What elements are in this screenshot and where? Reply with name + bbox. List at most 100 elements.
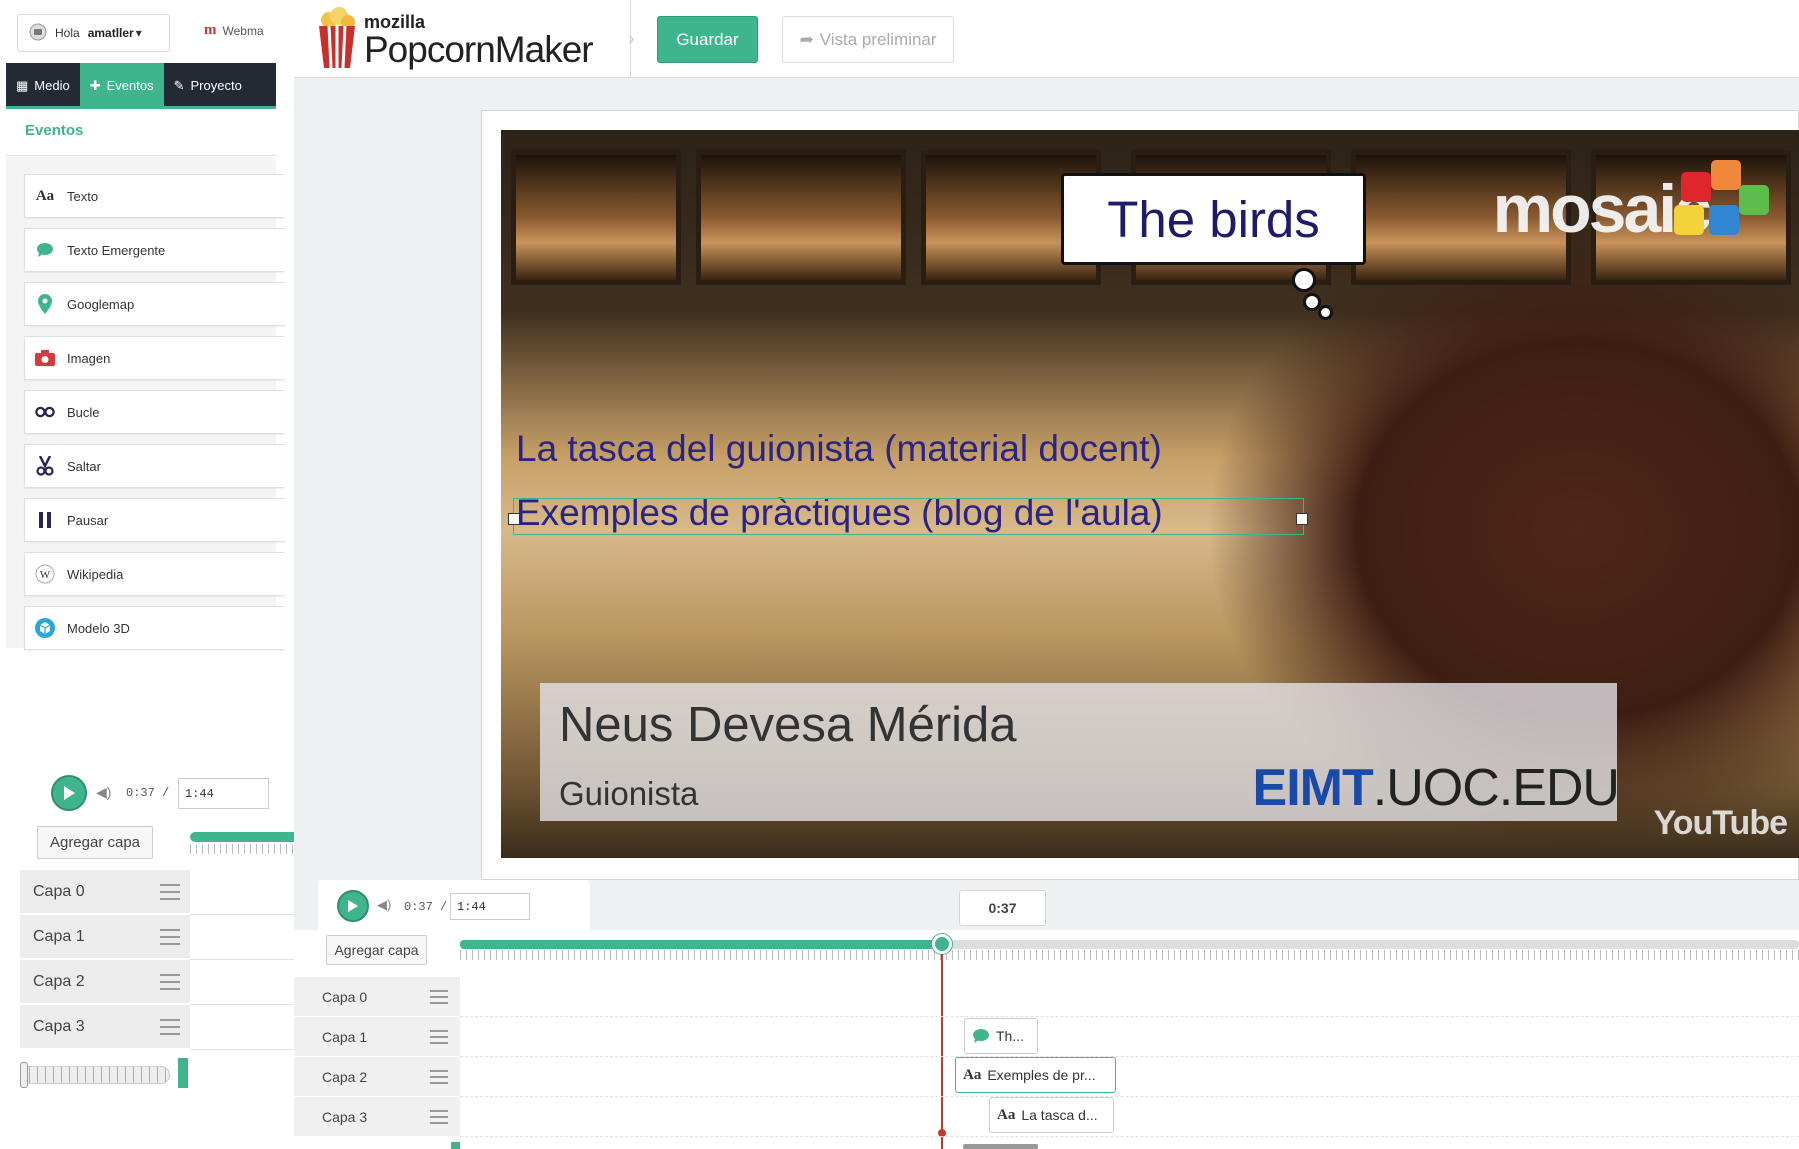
event-label: Googlemap xyxy=(67,296,135,312)
layer-track-area xyxy=(190,870,296,1050)
mosaic-square xyxy=(1709,205,1739,235)
event-bucle[interactable]: Bucle xyxy=(24,390,285,434)
chevron-right-icon: › xyxy=(628,28,635,50)
thought-bubble[interactable]: The birds xyxy=(1061,173,1366,265)
event-texto[interactable]: Aa Texto xyxy=(24,174,285,218)
track-event-text-selected[interactable]: Aa Exemples de pr... xyxy=(955,1057,1116,1093)
event-label: Modelo 3D xyxy=(67,620,130,636)
event-label: Saltar xyxy=(67,458,101,474)
lower-third-name: Neus Devesa Mérida xyxy=(559,698,1017,752)
timeline-play-button[interactable] xyxy=(337,890,369,922)
logo-popcornmaker: PopcornMaker xyxy=(364,29,594,70)
zoom-slider[interactable] xyxy=(20,1066,170,1084)
drag-handle-icon[interactable] xyxy=(430,1030,448,1044)
svg-text:W: W xyxy=(40,569,51,581)
camera-icon xyxy=(35,348,55,368)
layer-1[interactable]: Capa 1 xyxy=(20,915,190,959)
loop-icon xyxy=(35,402,55,422)
map-pin-icon xyxy=(35,294,55,314)
tab-proyecto[interactable]: ✎ Proyecto xyxy=(164,63,252,108)
resize-handle[interactable] xyxy=(508,513,520,525)
event-googlemap[interactable]: Googlemap xyxy=(24,282,285,326)
drag-handle-icon[interactable] xyxy=(430,990,448,1004)
preview-button[interactable]: ➦ Vista preliminar xyxy=(782,16,954,63)
drag-handle-icon[interactable] xyxy=(430,1110,448,1124)
zoom-slider-handle[interactable] xyxy=(20,1062,28,1088)
popcorn-maker-logo[interactable]: mozilla PopcornMaker xyxy=(316,6,594,70)
events-list: Aa Texto Texto Emergente Googlemap Image… xyxy=(6,157,285,650)
event-texto-emergente[interactable]: Texto Emergente xyxy=(24,228,285,272)
playhead-time-label: 0:37 xyxy=(959,890,1046,926)
resize-handle[interactable] xyxy=(1296,513,1308,525)
timeline-duration-field[interactable]: 1:44 xyxy=(450,893,530,920)
track-divider xyxy=(460,1096,1799,1098)
drag-handle-icon[interactable] xyxy=(160,884,180,900)
tab-proyecto-label: Proyecto xyxy=(190,78,242,93)
time-ruler xyxy=(190,844,296,854)
add-layer-button[interactable]: Agregar capa xyxy=(37,826,153,859)
drag-handle-icon[interactable] xyxy=(160,929,180,945)
playhead-scrubber[interactable] xyxy=(932,934,953,954)
layer-label: Capa 3 xyxy=(322,1108,368,1125)
edit-icon: ✎ xyxy=(173,77,185,93)
speech-bubble-icon xyxy=(35,240,55,260)
track-event-label: Th... xyxy=(996,1028,1025,1044)
timeline-layer-0[interactable]: Capa 0 xyxy=(294,977,460,1017)
timeline-ruler xyxy=(460,950,1799,960)
track-divider xyxy=(460,1056,1799,1058)
drag-handle-icon[interactable] xyxy=(160,1019,180,1035)
overlay-text-1[interactable]: La tasca del guionista (material docent) xyxy=(516,428,1162,470)
event-imagen[interactable]: Imagen xyxy=(24,336,285,380)
user-name: amatller xyxy=(87,26,134,40)
layer-0[interactable]: Capa 0 xyxy=(20,870,190,914)
scroll-marker[interactable] xyxy=(451,1142,460,1149)
wall-painting xyxy=(696,150,906,285)
track-event-label: La tasca d... xyxy=(1021,1107,1098,1123)
wikipedia-icon: W xyxy=(35,564,55,584)
event-label: Imagen xyxy=(67,350,111,366)
drag-handle-icon[interactable] xyxy=(160,974,180,990)
horizontal-scrollbar[interactable] xyxy=(963,1144,1038,1149)
timeline-layer-1[interactable]: Capa 1 xyxy=(294,1017,460,1057)
tab-medio[interactable]: ▦ Medio xyxy=(6,63,80,108)
site-watermark: EIMT.UOC.EDU xyxy=(1253,758,1620,818)
mosaic-square xyxy=(1674,205,1704,235)
timeline-layer-2[interactable]: Capa 2 xyxy=(294,1057,460,1097)
volume-icon[interactable]: ◀) xyxy=(377,897,391,913)
pause-icon xyxy=(35,510,55,530)
layer-label: Capa 0 xyxy=(33,882,85,900)
drag-handle-icon[interactable] xyxy=(430,1070,448,1084)
event-label: Bucle xyxy=(67,404,100,420)
popcorn-bucket-icon xyxy=(319,7,355,68)
duration-field[interactable]: 1:44 xyxy=(178,778,269,809)
events-heading: Eventos xyxy=(25,122,84,139)
event-pausar[interactable]: Pausar xyxy=(24,498,285,542)
scroll-marker[interactable] xyxy=(178,1058,188,1088)
layer-3[interactable]: Capa 3 xyxy=(20,1005,190,1049)
timeline-add-layer-button[interactable]: Agregar capa xyxy=(326,935,427,965)
editor-tabs: ▦ Medio ✚ Eventos ✎ Proyecto xyxy=(6,63,276,108)
track-event-label: Exemples de pr... xyxy=(987,1067,1096,1083)
event-modelo-3d[interactable]: Modelo 3D xyxy=(24,606,285,650)
track-event-text[interactable]: Aa La tasca d... xyxy=(989,1097,1114,1133)
tab-eventos[interactable]: ✚ Eventos xyxy=(79,63,164,108)
bubble-dot xyxy=(1318,305,1333,320)
current-time-value: 0:37 xyxy=(126,786,155,800)
event-saltar[interactable]: Saltar xyxy=(24,444,285,488)
save-button[interactable]: Guardar xyxy=(657,16,758,63)
event-wikipedia[interactable]: W Wikipedia xyxy=(24,552,285,596)
timeline-progress-fill xyxy=(460,940,943,949)
chevron-down-icon: ▾ xyxy=(135,26,142,40)
track-event-popup[interactable]: Th... xyxy=(964,1018,1038,1054)
text-aa-icon: Aa xyxy=(35,187,55,204)
volume-icon[interactable]: ◀) xyxy=(96,784,111,801)
play-button[interactable] xyxy=(51,775,87,811)
mosaic-square xyxy=(1681,172,1711,202)
webmaker-link[interactable]: m Webma xyxy=(204,22,264,39)
youtube-logo: YouTube xyxy=(1653,804,1788,842)
layer-2[interactable]: Capa 2 xyxy=(20,960,190,1004)
progress-bar[interactable] xyxy=(190,832,296,842)
timeline-layer-3[interactable]: Capa 3 xyxy=(294,1097,460,1137)
user-menu[interactable]: Hola amatller ▾ xyxy=(17,14,170,52)
play-icon xyxy=(64,786,75,800)
